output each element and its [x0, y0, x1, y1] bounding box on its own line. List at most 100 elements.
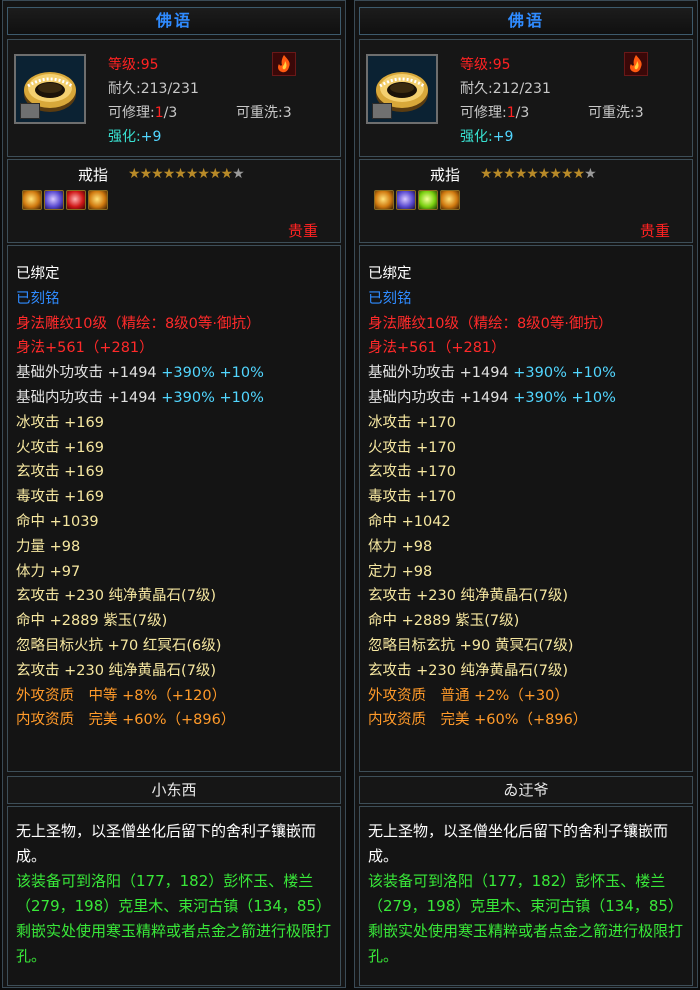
- stat-line: 基础外功攻击 +1494 +390% +10%: [16, 361, 264, 386]
- item-header: 等级:95 耐久:212/231 可修理:1/3 可重洗:3 强化:+9: [359, 39, 693, 157]
- repair-total: /3: [163, 105, 178, 121]
- stat-line: 玄攻击 +169: [16, 464, 104, 481]
- stat-line: 玄攻击 +170: [368, 464, 456, 481]
- item-header: 等级:95 耐久:213/231 可修理:1/3 可重洗:3 强化:+9: [7, 39, 341, 157]
- star-empty-icon: ★: [584, 166, 597, 182]
- stat-line: 命中 +2889 紫玉(7级): [368, 613, 520, 630]
- stat-part: 基础外功攻击 +1494: [16, 365, 162, 382]
- stat-part: +390% +10%: [513, 365, 616, 382]
- stat-part: 基础内功攻击 +1494: [368, 389, 514, 406]
- red-gem-icon: [66, 190, 86, 210]
- stat-line: 玄攻击 +230 纯净黄晶石(7级): [16, 588, 217, 605]
- star-icon: ★: [151, 166, 164, 182]
- rewash-label: 可重洗:3: [236, 105, 292, 121]
- repair-label: 可修理:1/3: [108, 102, 177, 122]
- item-type: 戒指: [430, 166, 461, 184]
- stat-line: 玄攻击 +230 纯净黄晶石(7级): [368, 588, 569, 605]
- maker-name: ゐ迂爷: [359, 776, 693, 804]
- stat-line: 定力 +98: [368, 563, 433, 580]
- item-tooltip-panel-right: 佛语 等级:95 耐久:212/231 可修理:1/3 可重洗:3 强化:+9: [354, 0, 698, 988]
- maker-name: 小东西: [7, 776, 341, 804]
- item-title: 佛语: [359, 7, 693, 35]
- flame-badge-icon: [272, 52, 296, 76]
- stat-line: 内攻资质 完美 +60%（+896）: [368, 712, 588, 729]
- amber-gem-icon: [88, 190, 108, 210]
- stat-line: 基础内功攻击 +1494 +390% +10%: [368, 386, 616, 411]
- stat-line: 玄攻击 +230 纯净黄晶石(7级): [16, 662, 217, 679]
- stat-line: 已绑定: [16, 266, 60, 282]
- star-icon: ★: [208, 166, 222, 182]
- stat-line: 冰攻击 +170: [368, 414, 456, 431]
- stat-line: 命中 +1039: [16, 513, 99, 530]
- stat-line: 火攻击 +169: [16, 439, 104, 456]
- green-gem-icon: [418, 190, 438, 210]
- gold-ring-icon: [366, 54, 438, 124]
- repair-label-text: 可修理:: [460, 105, 507, 121]
- description-section: 无上圣物，以圣僧坐化后留下的舍利子镶嵌而成。 该装备可到洛阳（177，182）彭…: [359, 806, 693, 986]
- description-section: 无上圣物，以圣僧坐化后留下的舍利子镶嵌而成。 该装备可到洛阳（177，182）彭…: [7, 806, 341, 986]
- description-instructions: 该装备可到洛阳（177，182）彭怀玉、楼兰（279，198）克里木、束河古镇（…: [16, 872, 332, 965]
- stat-line: 力量 +98: [16, 538, 81, 555]
- stat-line: 毒攻击 +169: [16, 489, 104, 506]
- star-icon: ★: [139, 166, 153, 182]
- stat-line: 火攻击 +170: [368, 439, 456, 456]
- level-label: 等级:95: [108, 57, 159, 73]
- amber-gem-icon: [440, 190, 460, 210]
- stat-part: 基础内功攻击 +1494: [16, 389, 162, 406]
- description-lore: 无上圣物，以圣僧坐化后留下的舍利子镶嵌而成。: [368, 822, 669, 865]
- enhance-value: +9: [140, 129, 162, 145]
- repair-count: 1: [506, 105, 516, 121]
- star-icon: ★: [185, 166, 199, 182]
- item-type-section: 戒指 ★★★★★★★★★★ 贵重: [7, 159, 341, 243]
- stat-line: 已刻铭: [368, 290, 412, 307]
- description: 无上圣物，以圣僧坐化后留下的舍利子镶嵌而成。 该装备可到洛阳（177，182）彭…: [368, 819, 686, 969]
- star-icon: ★: [162, 166, 176, 182]
- stat-line: 体力 +98: [368, 538, 433, 555]
- stat-part: 基础外功攻击 +1494: [368, 365, 514, 382]
- durability-label: 耐久:212/231: [460, 81, 551, 97]
- repair-label-text: 可修理:: [108, 105, 155, 121]
- item-title: 佛语: [7, 7, 341, 35]
- star-icon: ★: [174, 166, 187, 182]
- rewash-label: 可重洗:3: [588, 105, 644, 121]
- gem-sockets: [374, 190, 462, 214]
- stat-line: 内攻资质 完美 +60%（+896）: [16, 712, 236, 729]
- star-icon: ★: [197, 166, 210, 182]
- stat-line: 身法+561（+281）: [368, 340, 506, 357]
- enhance-label: 强化:+9: [460, 126, 513, 146]
- item-grade: 贵重: [287, 222, 318, 240]
- repair-count: 1: [154, 105, 164, 121]
- stat-line: 体力 +97: [16, 563, 81, 580]
- description: 无上圣物，以圣僧坐化后留下的舍利子镶嵌而成。 该装备可到洛阳（177，182）彭…: [16, 819, 334, 969]
- stat-line: 冰攻击 +169: [16, 414, 104, 431]
- purple-gem-icon: [396, 190, 416, 210]
- star-icon: ★: [537, 166, 551, 182]
- star-icon: ★: [503, 166, 516, 182]
- stat-line: 基础内功攻击 +1494 +390% +10%: [16, 386, 264, 411]
- flame-badge-icon: [624, 52, 648, 76]
- stat-part: +390% +10%: [161, 365, 264, 382]
- stats-section: 已绑定 已刻铭 身法雕纹10级（精绘：8级0等·御抗） 身法+561（+281） 基础外…: [359, 245, 693, 772]
- stats-list: 已绑定 已刻铭 身法雕纹10级（精绘：8级0等·御抗） 身法+561（+281） 基础外…: [16, 262, 264, 733]
- bound-corner-icon: [372, 103, 392, 119]
- stat-line: 外攻资质 中等 +8%（+120）: [16, 687, 227, 704]
- repair-label: 可修理:1/3: [460, 102, 529, 122]
- enhance-label: 强化:+9: [108, 126, 161, 146]
- description-instructions: 该装备可到洛阳（177，182）彭怀玉、楼兰（279，198）克里木、束河古镇（…: [368, 872, 684, 965]
- stat-line: 身法+561（+281）: [16, 340, 154, 357]
- enhance-value: +9: [492, 129, 514, 145]
- stats-section: 已绑定 已刻铭 身法雕纹10级（精绘：8级0等·御抗） 身法+561（+281） 基础外…: [7, 245, 341, 772]
- stat-part: +390% +10%: [513, 389, 616, 406]
- star-icon: ★: [480, 166, 493, 182]
- purple-gem-icon: [44, 190, 64, 210]
- gold-ring-icon: [14, 54, 86, 124]
- star-icon: ★: [491, 166, 505, 182]
- star-rating: ★★★★★★★★★★: [480, 166, 597, 182]
- star-icon: ★: [514, 166, 528, 182]
- level-label: 等级:95: [460, 57, 511, 73]
- item-type-section: 戒指 ★★★★★★★★★★ 贵重: [359, 159, 693, 243]
- stat-line: 已刻铭: [16, 290, 60, 307]
- stat-line: 毒攻击 +170: [368, 489, 456, 506]
- item-tooltip-panel-left: 佛语 等级:95 耐久:213/231 可修理:1/3 可重洗:3 强化:+9: [2, 0, 346, 988]
- stat-part: +390% +10%: [161, 389, 264, 406]
